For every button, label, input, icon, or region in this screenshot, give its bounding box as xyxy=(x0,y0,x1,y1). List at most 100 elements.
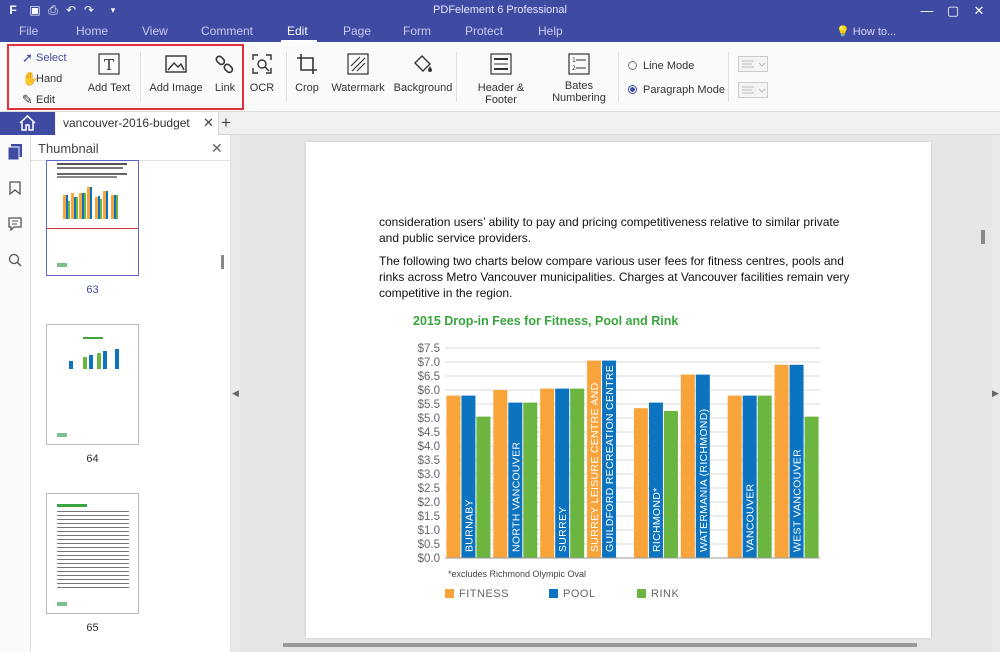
bates-numbering-icon: 12 xyxy=(568,53,590,75)
separator xyxy=(140,52,141,102)
menu-file[interactable]: File xyxy=(19,24,38,38)
bar-rink xyxy=(804,416,819,558)
hand-tool[interactable]: ✋Hand xyxy=(22,71,62,87)
bar-fitness xyxy=(540,388,555,558)
y-tick-label: $5.5 xyxy=(418,399,440,411)
category-label: NORTH VANCOUVER xyxy=(510,442,522,552)
link-label: Link xyxy=(214,82,236,94)
thumbnail-page-65[interactable] xyxy=(46,493,139,614)
legend-fitness: FITNESS xyxy=(445,588,509,600)
select-tool[interactable]: ➚ Select xyxy=(22,50,67,66)
add-image-button[interactable]: Add Image xyxy=(148,52,204,94)
header-footer-icon xyxy=(490,53,512,75)
y-tick-label: $7.5 xyxy=(418,343,440,355)
watermark-icon xyxy=(347,53,369,75)
y-tick-label: $4.0 xyxy=(418,441,440,453)
bar-fitness xyxy=(774,364,789,558)
thumbnails-icon[interactable] xyxy=(8,144,22,160)
thumb-text-line xyxy=(57,163,127,165)
left-sidebar xyxy=(0,135,31,652)
thumbnail-page-64[interactable] xyxy=(46,324,139,445)
legend-label: FITNESS xyxy=(459,588,509,600)
add-image-label: Add Image xyxy=(149,82,203,94)
thumb-text-block xyxy=(57,511,129,591)
thumb-chart-title xyxy=(83,337,103,339)
search-icon[interactable] xyxy=(8,253,22,267)
bookmark-icon[interactable] xyxy=(9,181,21,195)
legend-swatch xyxy=(445,589,454,598)
home-icon xyxy=(19,115,36,131)
menu-home[interactable]: Home xyxy=(76,24,108,38)
chart-footnote: *excludes Richmond Olympic Oval xyxy=(448,569,587,579)
y-tick-label: $0.0 xyxy=(418,553,440,565)
menu-page[interactable]: Page xyxy=(343,24,371,38)
menu-edit[interactable]: Edit xyxy=(287,24,308,38)
header-footer-button[interactable]: Header & Footer xyxy=(461,52,541,106)
menu-view[interactable]: View xyxy=(142,24,168,38)
y-tick-label: $4.5 xyxy=(418,427,440,439)
paragraph-1[interactable]: consideration users’ ability to pay and … xyxy=(379,214,859,246)
collapse-panel-icon[interactable]: ◀ xyxy=(232,388,239,399)
cursor-icon: ➚ xyxy=(22,50,33,65)
y-tick-label: $3.0 xyxy=(418,469,440,481)
how-to-label: How to... xyxy=(852,26,897,38)
comment-icon[interactable] xyxy=(8,217,22,231)
crop-label: Crop xyxy=(295,82,319,94)
line-mode-label: Line Mode xyxy=(643,60,695,72)
paragraph-2[interactable]: The following two charts below compare v… xyxy=(379,253,859,301)
legend-swatch xyxy=(637,589,646,598)
menu-form[interactable]: Form xyxy=(403,24,431,38)
bates-numbering-button[interactable]: 12 Bates Numbering xyxy=(548,52,610,104)
lightbulb-icon: 💡 xyxy=(836,26,850,38)
paragraph-mode-label: Paragraph Mode xyxy=(643,84,725,96)
ocr-icon xyxy=(252,54,272,74)
thumbnail-scrollbar[interactable] xyxy=(221,255,224,269)
thumbnail-page-63[interactable] xyxy=(46,160,139,276)
thumbnail-header: Thumbnail xyxy=(38,141,99,156)
home-tab[interactable] xyxy=(0,112,55,135)
maximize-button[interactable]: ▢ xyxy=(942,2,964,20)
edit-tool[interactable]: ✎ Edit xyxy=(22,92,55,108)
crop-button[interactable]: Crop xyxy=(293,52,321,94)
thumbnail-label-65: 65 xyxy=(86,622,99,634)
ocr-label: OCR xyxy=(249,82,275,94)
menu-comment[interactable]: Comment xyxy=(201,24,253,38)
y-tick-label: $2.0 xyxy=(418,497,440,509)
add-text-button[interactable]: T Add Text xyxy=(86,52,132,94)
new-tab-icon[interactable]: + xyxy=(221,113,231,133)
align-dropdown-disabled[interactable] xyxy=(738,56,768,72)
svg-text:1: 1 xyxy=(572,57,576,64)
bar-rink xyxy=(523,402,538,558)
thumb-logo xyxy=(57,263,67,267)
collapse-right-icon[interactable]: ▶ xyxy=(992,388,999,399)
thumb-text-line xyxy=(57,167,123,169)
background-button[interactable]: Background xyxy=(393,52,453,94)
fees-bar-chart: $0.0 $0.5 $1.0 $1.5 $2.0 $2.5 $3.0 $3.5 $4.0 $4.5… xyxy=(418,343,820,565)
menu-protect[interactable]: Protect xyxy=(465,24,503,38)
legend-swatch xyxy=(549,589,558,598)
menu-bar: File Home View Comment Edit Page Form Pr… xyxy=(0,22,1000,42)
how-to-search[interactable]: 💡 How to... xyxy=(836,25,896,38)
title-bar: F ▣ ⎙ ↶ ↷ ▾ PDFelement 6 Professional — … xyxy=(0,0,1000,22)
bar-fitness xyxy=(727,395,742,558)
paragraph-mode-radio[interactable]: Paragraph Mode xyxy=(628,84,725,96)
line-mode-radio[interactable]: Line Mode xyxy=(628,60,694,72)
close-tab-icon[interactable]: ✕ xyxy=(203,115,214,131)
horizontal-scrollbar[interactable] xyxy=(283,643,917,647)
watermark-button[interactable]: Watermark xyxy=(330,52,386,94)
edit-label: Edit xyxy=(36,93,55,106)
menu-help[interactable]: Help xyxy=(538,24,563,38)
category-label: SURREY LEISURE CENTRE AND xyxy=(589,382,601,552)
legend-label: RINK xyxy=(651,588,680,600)
spacing-dropdown-disabled[interactable] xyxy=(738,82,768,98)
close-panel-icon[interactable]: ✕ xyxy=(211,140,223,157)
thumb-chart xyxy=(69,349,119,369)
separator xyxy=(456,52,457,102)
minimize-button[interactable]: — xyxy=(916,2,938,20)
category-label: VANCOUVER xyxy=(745,483,757,552)
close-window-button[interactable]: ✕ xyxy=(968,2,990,20)
document-tab[interactable]: vancouver-2016-budget ✕ xyxy=(56,112,219,135)
ocr-button[interactable]: OCR xyxy=(248,52,276,94)
link-button[interactable]: Link xyxy=(210,52,240,94)
vertical-scrollbar[interactable] xyxy=(981,230,985,244)
